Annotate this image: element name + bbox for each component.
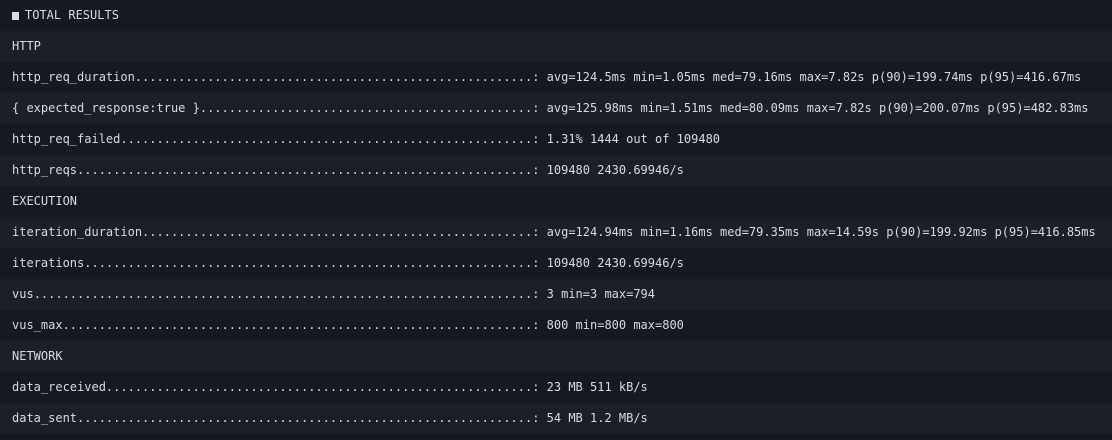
metric-label: data_received [12,380,106,394]
metric-value: 109480 2430.69946/s [546,163,684,177]
metric-dots: ........................................… [134,70,533,84]
section-header-network: NETWORK [0,341,1112,372]
results-title-row: TOTAL RESULTS [0,0,1112,31]
metric-dots: ........................................… [77,411,533,425]
metric-separator: : [532,163,547,177]
metric-separator: : [532,101,547,115]
metric-separator: : [532,318,547,332]
metric-value: 23 MB 511 kB/s [546,380,648,394]
metric-row: { expected_response:true }..............… [0,93,1112,124]
metric-row: iteration_duration......................… [0,217,1112,248]
metric-value: avg=125.98ms min=1.51ms med=80.09ms max=… [546,101,1089,115]
metric-dots: ........................................… [77,163,533,177]
metric-dots: ........................................… [62,318,533,332]
metric-separator: : [532,411,547,425]
k6-results-terminal: TOTAL RESULTS HTTP http_req_duration....… [0,0,1112,440]
results-title: TOTAL RESULTS [25,8,119,22]
metric-label: vus [12,287,34,301]
metric-label: iterations [12,256,85,270]
metric-dots: ........................................… [142,225,533,239]
metric-value: avg=124.94ms min=1.16ms med=79.35ms max=… [546,225,1096,239]
square-bullet-icon [12,11,19,20]
section-header-http: HTTP [0,31,1112,62]
metric-label: vus_max [12,318,63,332]
metric-row: vus_max.................................… [0,310,1112,341]
section-name: EXECUTION [12,194,78,208]
metric-value: 54 MB 1.2 MB/s [546,411,648,425]
metric-label: http_reqs [12,163,78,177]
section-header-execution: EXECUTION [0,186,1112,217]
metric-row: iterations..............................… [0,248,1112,279]
section-name: HTTP [12,39,41,53]
metric-separator: : [532,256,547,270]
section-name: NETWORK [12,349,63,363]
metric-row: http_req_duration.......................… [0,62,1112,93]
metric-label: iteration_duration [12,225,143,239]
metric-value: 109480 2430.69946/s [546,256,684,270]
metric-separator: : [532,225,547,239]
metric-dots: ........................................… [199,101,533,115]
metric-dots: ........................................… [84,256,533,270]
metric-separator: : [532,70,547,84]
metric-label: http_req_duration [12,70,135,84]
metric-separator: : [532,287,547,301]
metric-dots: ........................................… [120,132,533,146]
metric-dots: ........................................… [105,380,533,394]
metric-row: http_reqs...............................… [0,155,1112,186]
metric-row: data_received...........................… [0,372,1112,403]
metric-row: http_req_failed.........................… [0,124,1112,155]
metric-dots: ........................................… [33,287,533,301]
metric-label: { expected_response:true } [12,101,200,115]
metric-separator: : [532,380,547,394]
metric-value: 800 min=800 max=800 [546,318,684,332]
metric-row: data_sent...............................… [0,403,1112,434]
metric-value: 1.31% 1444 out of 109480 [546,132,721,146]
metric-label: http_req_failed [12,132,121,146]
metric-value: avg=124.5ms min=1.05ms med=79.16ms max=7… [546,70,1082,84]
metric-row: vus.....................................… [0,279,1112,310]
metric-label: data_sent [12,411,78,425]
metric-value: 3 min=3 max=794 [546,287,656,301]
metric-separator: : [532,132,547,146]
